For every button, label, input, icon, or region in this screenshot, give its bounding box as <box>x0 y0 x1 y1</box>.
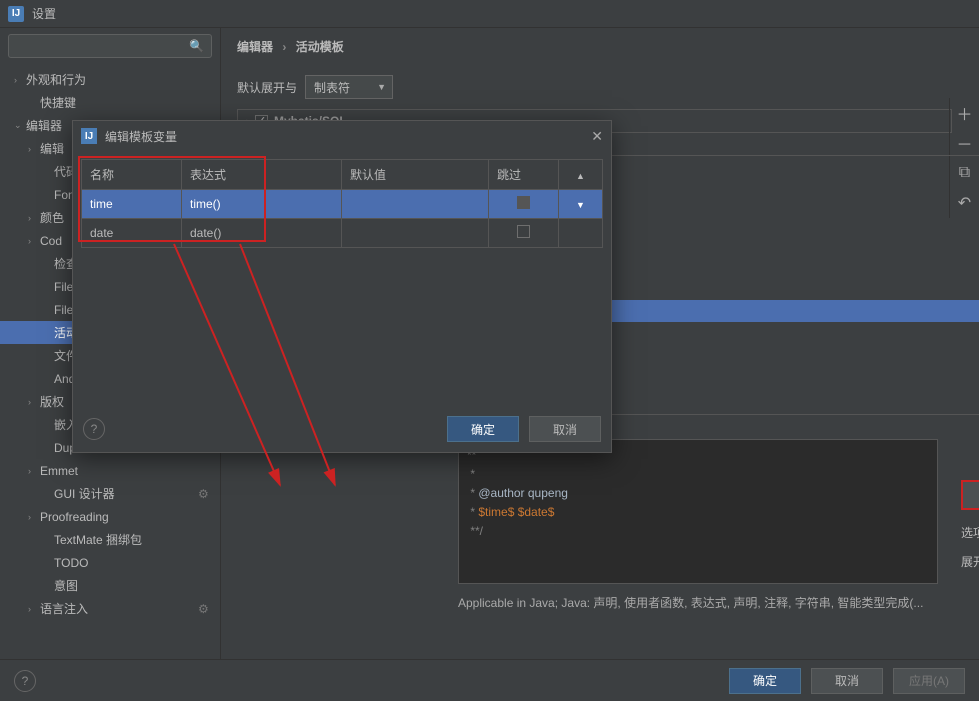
chevron-icon: › <box>28 512 40 522</box>
cell-skip[interactable] <box>489 190 559 219</box>
expand-with-label: 默认展开与 <box>237 79 297 96</box>
sidebar-item-label: TODO <box>54 556 212 570</box>
th-skip[interactable]: 跳过 <box>489 160 559 190</box>
sidebar-item-label: 外观和行为 <box>26 71 212 88</box>
sidebar-item-label: 意图 <box>54 577 212 594</box>
th-sort[interactable]: ▲ <box>559 160 603 190</box>
skip-checkbox[interactable] <box>517 225 530 238</box>
dialog-ok-button[interactable]: 确定 <box>447 416 519 442</box>
sidebar-item[interactable]: ›语言注入⚙ <box>0 597 220 620</box>
edit-template-vars-dialog: IJ 编辑模板变量 ✕ 名称 表达式 默认值 跳过 ▲ time time() … <box>72 120 612 453</box>
sidebar-item-label: TextMate 捆绑包 <box>54 531 212 548</box>
chevron-right-icon: › <box>282 40 286 54</box>
variables-table[interactable]: 名称 表达式 默认值 跳过 ▲ time time() ▼date date() <box>81 159 603 248</box>
skip-checkbox[interactable] <box>517 196 530 209</box>
sidebar-item[interactable]: ›外观和行为 <box>0 68 220 91</box>
cell-default[interactable] <box>342 219 489 248</box>
cell-name[interactable]: time <box>82 190 182 219</box>
applicable-text[interactable]: Applicable in Java; Java: 声明, 使用者函数, 表达式… <box>458 594 938 611</box>
chevron-icon: › <box>28 397 40 407</box>
cell-expr[interactable]: date() <box>182 219 342 248</box>
app-icon: IJ <box>8 6 24 22</box>
template-text-editor[interactable]: ** * * @author qupeng * $time$ $date$ **… <box>458 439 938 584</box>
dialog-ok-label: 确定 <box>471 421 495 438</box>
sidebar-item[interactable]: GUI 设计器⚙ <box>0 482 220 505</box>
chevron-icon: › <box>28 213 40 223</box>
cell-sort[interactable] <box>559 219 603 248</box>
options-caption: 选项 <box>961 524 979 541</box>
sidebar-item[interactable]: ›Emmet <box>0 459 220 482</box>
sidebar-item-label: Proofreading <box>40 510 212 524</box>
th-name[interactable]: 名称 <box>82 160 182 190</box>
code-vars: $time$ $date$ <box>478 505 554 519</box>
cell-name[interactable]: date <box>82 219 182 248</box>
sidebar-item[interactable]: TextMate 捆绑包 <box>0 528 220 551</box>
search-input[interactable] <box>8 34 212 58</box>
sidebar-item[interactable]: TODO <box>0 551 220 574</box>
dialog-cancel-button[interactable]: 取消 <box>529 416 601 442</box>
cell-expr[interactable]: time() <box>182 190 342 219</box>
apply-button[interactable]: 应用(A) <box>893 668 965 694</box>
window-title: 设置 <box>32 5 56 22</box>
chevron-icon: › <box>28 144 40 154</box>
chevron-icon: ⌄ <box>14 120 26 131</box>
sidebar-item-label: GUI 设计器 <box>54 485 198 502</box>
cancel-button[interactable]: 取消 <box>811 668 883 694</box>
code-line: **/ <box>467 524 483 538</box>
apply-label: 应用(A) <box>909 672 949 689</box>
table-row[interactable]: date date() <box>82 219 603 248</box>
sidebar-item-label: 语言注入 <box>40 600 198 617</box>
cancel-label: 取消 <box>835 672 859 689</box>
th-default[interactable]: 默认值 <box>342 160 489 190</box>
code-author: @author qupeng <box>478 486 568 500</box>
dialog-cancel-label: 取消 <box>553 421 577 438</box>
cell-default[interactable] <box>342 190 489 219</box>
remove-button[interactable]: － <box>950 128 979 158</box>
edit-variables-button[interactable]: 编辑变量 (E) <box>961 480 979 510</box>
th-expr[interactable]: 表达式 <box>182 160 342 190</box>
settings-icon: ⚙ <box>198 602 212 616</box>
chevron-icon: › <box>28 236 40 246</box>
dialog-title: 编辑模板变量 <box>105 128 177 145</box>
ok-button[interactable]: 确定 <box>729 668 801 694</box>
table-row[interactable]: time time() ▼ <box>82 190 603 219</box>
chevron-down-icon: ▼ <box>377 82 386 92</box>
sidebar-item[interactable]: 快捷键 <box>0 91 220 114</box>
code-line: * <box>467 486 478 500</box>
breadcrumb: 编辑器 › 活动模板 <box>221 28 979 65</box>
sidebar-item-label: Emmet <box>40 464 212 478</box>
breadcrumb-a[interactable]: 编辑器 <box>237 40 273 54</box>
window-titlebar: IJ 设置 <box>0 0 979 28</box>
chevron-icon: › <box>28 466 40 476</box>
code-line: * <box>467 505 478 519</box>
chevron-icon: › <box>28 604 40 614</box>
dialog-help-button[interactable]: ? <box>83 418 105 440</box>
expand-with-select[interactable]: 制表符 ▼ <box>305 75 393 99</box>
sidebar-item[interactable]: ›Proofreading <box>0 505 220 528</box>
footer: ? 确定 取消 应用(A) <box>0 659 979 701</box>
expand-with-label-2: 展开与 (X) <box>961 553 979 570</box>
expand-with-value: 制表符 <box>314 79 350 96</box>
chevron-down-icon: ▼ <box>576 200 585 210</box>
add-button[interactable]: ＋ <box>950 98 979 128</box>
app-icon: IJ <box>81 128 97 144</box>
cell-sort[interactable]: ▼ <box>559 190 603 219</box>
settings-icon: ⚙ <box>198 487 212 501</box>
cell-skip[interactable] <box>489 219 559 248</box>
sidebar-item[interactable]: 意图 <box>0 574 220 597</box>
code-line: * <box>467 467 475 481</box>
close-icon[interactable]: ✕ <box>591 128 603 145</box>
ok-label: 确定 <box>753 672 777 689</box>
search-icon: 🔍 <box>189 39 204 53</box>
help-button[interactable]: ? <box>14 670 36 692</box>
sidebar-item-label: 快捷键 <box>40 94 212 111</box>
chevron-icon: › <box>14 75 26 85</box>
dialog-titlebar[interactable]: IJ 编辑模板变量 ✕ <box>73 121 611 151</box>
breadcrumb-b: 活动模板 <box>296 40 344 54</box>
